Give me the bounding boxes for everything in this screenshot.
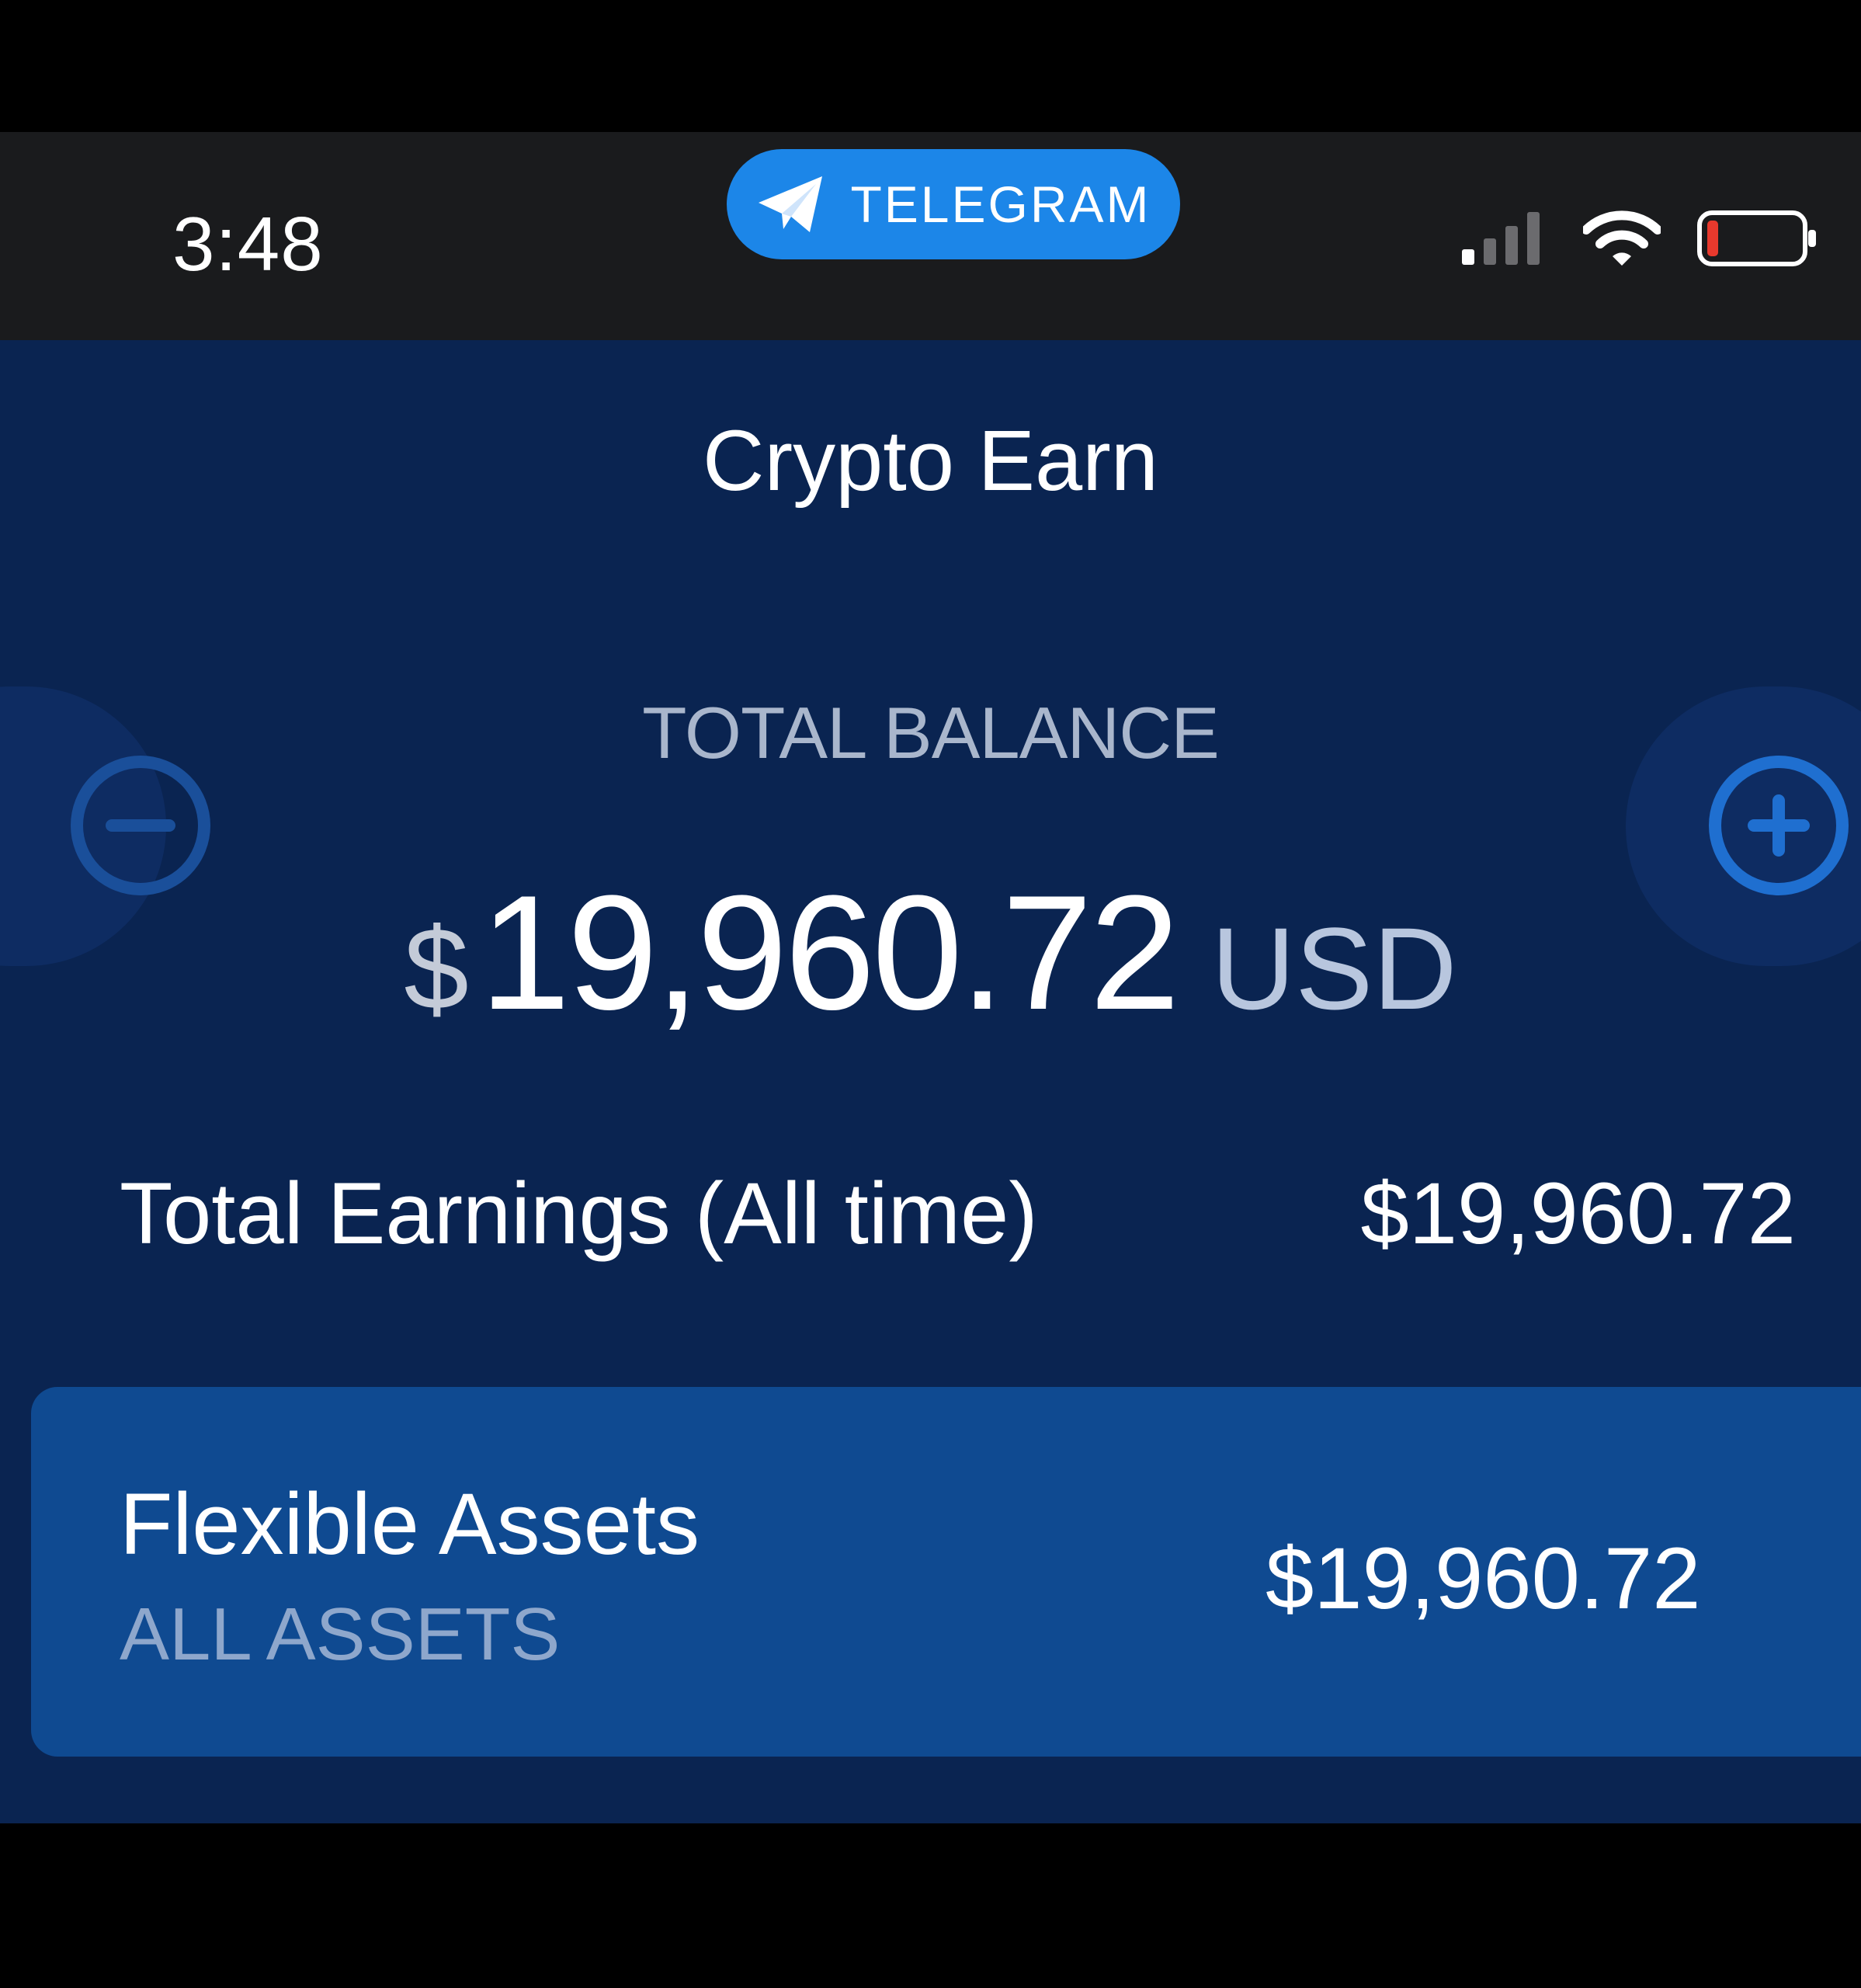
balance-currency-code: USD [1210, 903, 1457, 1034]
phone-screen: 3:48 TELEGRAM Crypto Earn TOTAL BALANCE … [0, 0, 1861, 1988]
status-bar: 3:48 TELEGRAM [0, 132, 1861, 340]
flexible-assets-subtitle: ALL ASSETS [120, 1593, 561, 1676]
return-to-telegram-button[interactable]: TELEGRAM [727, 149, 1180, 259]
telegram-label: TELEGRAM [850, 176, 1151, 233]
flexible-assets-card[interactable]: Flexible Assets ALL ASSETS $19,960.72 [31, 1387, 1861, 1757]
status-time: 3:48 [172, 201, 324, 287]
total-earnings-row: Total Earnings (All time) $19,960.72 [120, 1163, 1796, 1263]
status-icons [1460, 210, 1821, 267]
crypto-earn-screen: Crypto Earn TOTAL BALANCE $ 19,960.72 US… [0, 340, 1861, 1823]
balance-currency-symbol: $ [404, 903, 469, 1034]
flexible-assets-value: $19,960.72 [1266, 1530, 1701, 1627]
balance-amount: 19,960.72 [479, 861, 1180, 1044]
page-title: Crypto Earn [703, 413, 1158, 509]
total-earnings-value: $19,960.72 [1360, 1165, 1796, 1262]
total-earnings-label: Total Earnings (All time) [120, 1165, 1038, 1262]
wifi-icon [1583, 210, 1661, 266]
total-balance-label: TOTAL BALANCE [642, 692, 1220, 773]
total-balance-value: $ 19,960.72 USD [0, 859, 1861, 1047]
flexible-assets-title: Flexible Assets [120, 1475, 700, 1573]
battery-low-icon [1697, 210, 1816, 266]
telegram-plane-icon [759, 176, 823, 232]
cellular-signal-icon [1462, 212, 1540, 265]
